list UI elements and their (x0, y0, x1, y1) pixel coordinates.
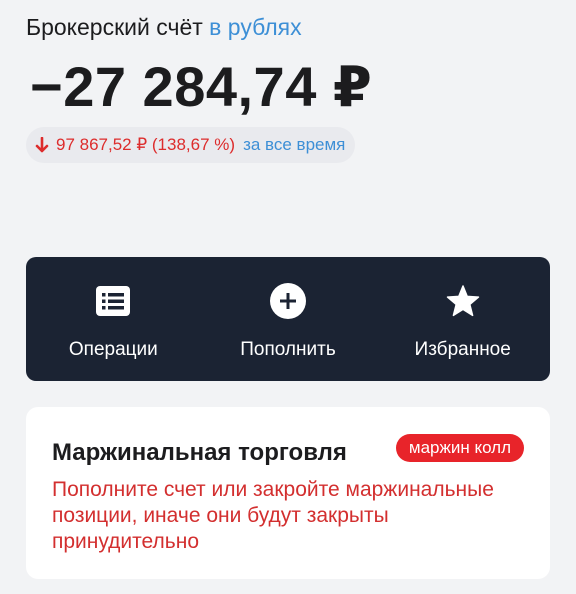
top-up-label: Пополнить (240, 339, 336, 360)
margin-card-title: Маржинальная торговля (52, 439, 347, 466)
operations-button[interactable]: Операции (26, 257, 201, 381)
arrow-down-icon (34, 136, 50, 154)
change-value: 97 867,52 ₽ (138,67 %) (56, 135, 236, 154)
change-period: за все время (243, 135, 346, 154)
account-title-text: Брокерский счёт (26, 14, 203, 40)
actions-panel: Операции Пополнить Избранное (26, 257, 550, 381)
currency-link[interactable]: в рублях (209, 14, 301, 40)
margin-warning-text: Пополните счет или закройте маржинальные… (52, 478, 494, 553)
account-title: Брокерский счёт в рублях (26, 14, 302, 41)
account-balance: −27 284,74 ₽ (30, 55, 373, 118)
list-icon (95, 283, 131, 319)
top-up-button[interactable]: Пополнить (201, 257, 376, 381)
margin-trading-card[interactable]: Маржинальная торговля маржин колл Пополн… (26, 407, 550, 579)
change-pill[interactable]: 97 867,52 ₽ (138,67 %) за все время (26, 127, 356, 163)
margin-call-badge: маржин колл (395, 434, 524, 462)
plus-circle-icon (270, 283, 306, 319)
favorites-button[interactable]: Избранное (375, 257, 550, 381)
operations-label: Операции (68, 339, 158, 360)
favorites-label: Избранное (414, 339, 511, 360)
star-icon (445, 283, 481, 319)
